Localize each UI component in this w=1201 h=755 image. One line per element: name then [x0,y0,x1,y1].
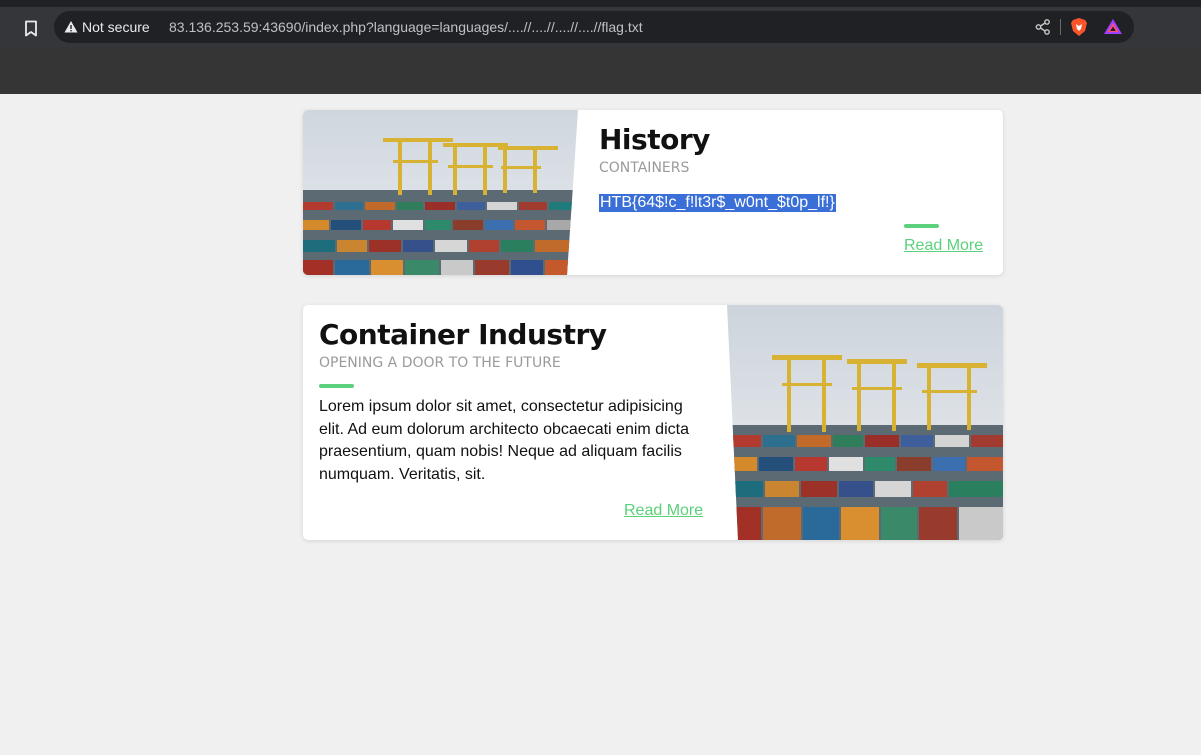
read-more-link[interactable]: Read More [904,237,983,255]
browser-toolbar: Not secure 83.136.253.59:43690/index.php… [0,7,1201,47]
browser-frame-top [0,0,1201,7]
accent-bar [319,384,354,388]
card-title: History [599,123,710,156]
read-more-link[interactable]: Read More [624,502,703,520]
card-body-text: Lorem ipsum dolor sit amet, consectetur … [319,398,689,483]
container-port-image [303,110,578,275]
card-subtitle: OPENING A DOOR TO THE FUTURE [319,355,561,371]
brave-rewards-icon[interactable] [1103,17,1123,37]
card-subtitle: CONTAINERS [599,160,690,176]
container-port-image [727,305,1003,540]
history-card: History CONTAINERS HTB{64$!c_f!lt3r$_w0n… [303,110,1003,275]
address-bar[interactable]: Not secure 83.136.253.59:43690/index.php… [54,11,1134,43]
url-text[interactable]: 83.136.253.59:43690/index.php?language=l… [169,19,643,35]
brave-lion-icon[interactable] [1069,17,1089,37]
bookmark-icon[interactable] [20,17,42,39]
page-header-bar [0,47,1201,94]
card-title: Container Industry [319,318,607,351]
flag-text-selected[interactable]: HTB{64$!c_f!lt3r$_w0nt_$t0p_lf!} [599,194,836,212]
share-icon[interactable] [1034,18,1052,36]
security-label[interactable]: Not secure [82,19,150,35]
warning-icon[interactable] [64,20,78,34]
container-industry-card: Container Industry OPENING A DOOR TO THE… [303,305,1003,540]
toolbar-separator [1060,19,1061,35]
accent-bar [904,224,939,228]
